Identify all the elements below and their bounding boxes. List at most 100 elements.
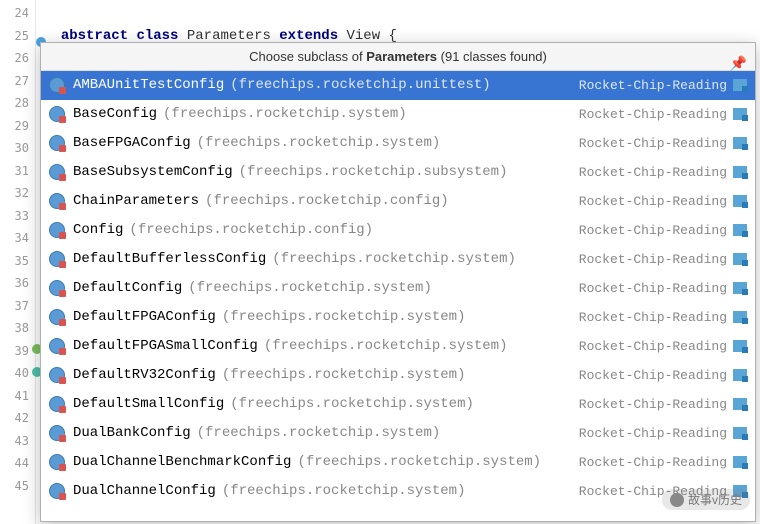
class-icon <box>49 251 65 267</box>
package-name: (freechips.rocketchip.unittest) <box>230 77 490 93</box>
line-number: 42 <box>0 407 29 430</box>
package-name: (freechips.rocketchip.system) <box>222 367 466 383</box>
class-icon <box>49 280 65 296</box>
folder-icon <box>733 79 747 91</box>
line-number: 37 <box>0 295 29 318</box>
list-item[interactable]: DefaultFPGAConfig (freechips.rocketchip.s… <box>41 303 755 332</box>
folder-icon <box>733 224 747 236</box>
watermark: 故事v历史 <box>662 489 750 510</box>
class-icon <box>49 193 65 209</box>
line-number: 44 <box>0 452 29 475</box>
class-icon <box>49 309 65 325</box>
class-name: DefaultBufferlessConfig <box>73 251 266 267</box>
class-name: DefaultConfig <box>73 280 182 296</box>
popup-title-prefix: Choose subclass of <box>249 49 366 64</box>
module-name: Rocket-Chip-Reading <box>579 165 727 180</box>
package-name: (freechips.rocketchip.system) <box>264 338 508 354</box>
folder-icon <box>733 282 747 294</box>
list-item[interactable]: ChainParameters(freechips.rocketchip.con… <box>41 187 755 216</box>
class-name: DefaultSmallConfig <box>73 396 224 412</box>
folder-icon <box>733 398 747 410</box>
line-number: 43 <box>0 430 29 453</box>
line-number: 45 <box>0 475 29 498</box>
folder-icon <box>733 311 747 323</box>
list-item[interactable]: BaseFPGAConfig (freechips.rocketchip.syst… <box>41 129 755 158</box>
package-name: (freechips.rocketchip.system) <box>163 106 407 122</box>
package-name: (freechips.rocketchip.system) <box>297 454 541 470</box>
module-name: Rocket-Chip-Reading <box>579 339 727 354</box>
class-icon <box>49 454 65 470</box>
module-name: Rocket-Chip-Reading <box>579 136 727 151</box>
list-item[interactable]: BaseConfig(freechips.rocketchip.system)R… <box>41 100 755 129</box>
folder-icon <box>733 456 747 468</box>
list-item[interactable]: DefaultRV32Config (freechips.rocketchip.s… <box>41 361 755 390</box>
list-item[interactable]: DualBankConfig(freechips.rocketchip.syst… <box>41 419 755 448</box>
package-name: (freechips.rocketchip.system) <box>197 135 441 151</box>
line-number: 29 <box>0 115 29 138</box>
folder-icon <box>733 253 747 265</box>
list-item[interactable]: DualChannelBenchmarkConfig (freechips.roc… <box>41 448 755 477</box>
class-icon <box>49 135 65 151</box>
folder-icon <box>733 195 747 207</box>
line-number-gutter: 2425262728293031323334353637383940414243… <box>0 0 36 524</box>
folder-icon <box>733 108 747 120</box>
list-item[interactable]: DefaultSmallConfig (freechips.rocketchip.… <box>41 390 755 419</box>
watermark-icon <box>670 493 684 507</box>
class-name: DualChannelConfig <box>73 483 216 499</box>
list-item[interactable]: DefaultBufferlessConfig (freechips.rocket… <box>41 245 755 274</box>
class-list[interactable]: AMBAUnitTestConfig (freechips.rocketchip.… <box>41 71 755 521</box>
class-icon <box>49 106 65 122</box>
line-number: 33 <box>0 205 29 228</box>
line-number: 36 <box>0 272 29 295</box>
line-number: 27 <box>0 70 29 93</box>
class-icon <box>49 483 65 499</box>
line-number: 28 <box>0 92 29 115</box>
class-name: BaseFPGAConfig <box>73 135 191 151</box>
class-name: AMBAUnitTestConfig <box>73 77 224 93</box>
class-icon <box>49 77 65 93</box>
package-name: (freechips.rocketchip.subsystem) <box>239 164 508 180</box>
class-name: DefaultFPGASmallConfig <box>73 338 258 354</box>
list-item[interactable]: BaseSubsystemConfig (freechips.rocketchip… <box>41 158 755 187</box>
folder-icon <box>733 369 747 381</box>
package-name: (freechips.rocketchip.system) <box>222 309 466 325</box>
watermark-text: 故事v历史 <box>688 491 742 508</box>
class-icon <box>49 222 65 238</box>
class-name: Config <box>73 222 123 238</box>
list-item[interactable]: DualChannelConfig(freechips.rocketchip.s… <box>41 477 755 506</box>
class-name: BaseSubsystemConfig <box>73 164 233 180</box>
module-name: Rocket-Chip-Reading <box>579 107 727 122</box>
class-icon <box>49 425 65 441</box>
class-name: DefaultRV32Config <box>73 367 216 383</box>
module-name: Rocket-Chip-Reading <box>579 223 727 238</box>
popup-title-count: 91 classes found <box>445 49 543 64</box>
class-icon <box>49 164 65 180</box>
module-name: Rocket-Chip-Reading <box>579 368 727 383</box>
module-name: Rocket-Chip-Reading <box>579 455 727 470</box>
package-name: (freechips.rocketchip.system) <box>197 425 441 441</box>
package-name: (freechips.rocketchip.config) <box>129 222 373 238</box>
module-name: Rocket-Chip-Reading <box>579 397 727 412</box>
line-number: 31 <box>0 160 29 183</box>
popup-title-subject: Parameters <box>366 49 437 64</box>
folder-icon <box>733 137 747 149</box>
line-number: 40 <box>0 362 29 385</box>
popup-title: Choose subclass of Parameters (91 classe… <box>41 43 755 71</box>
list-item[interactable]: AMBAUnitTestConfig (freechips.rocketchip.… <box>41 71 755 100</box>
package-name: (freechips.rocketchip.system) <box>272 251 516 267</box>
package-name: (freechips.rocketchip.system) <box>230 396 474 412</box>
module-name: Rocket-Chip-Reading <box>579 252 727 267</box>
class-name: DefaultFPGAConfig <box>73 309 216 325</box>
list-item[interactable]: DefaultConfig(freechips.rocketchip.syste… <box>41 274 755 303</box>
module-name: Rocket-Chip-Reading <box>579 426 727 441</box>
class-name: DualChannelBenchmarkConfig <box>73 454 291 470</box>
line-number: 32 <box>0 182 29 205</box>
module-name: Rocket-Chip-Reading <box>579 78 727 93</box>
folder-icon <box>733 340 747 352</box>
line-number: 24 <box>0 2 29 25</box>
list-item[interactable]: DefaultFPGASmallConfig (freechips.rocketc… <box>41 332 755 361</box>
class-icon <box>49 396 65 412</box>
class-name: ChainParameters <box>73 193 199 209</box>
list-item[interactable]: Config (freechips.rocketchip.config) Rocke… <box>41 216 755 245</box>
line-number: 26 <box>0 47 29 70</box>
